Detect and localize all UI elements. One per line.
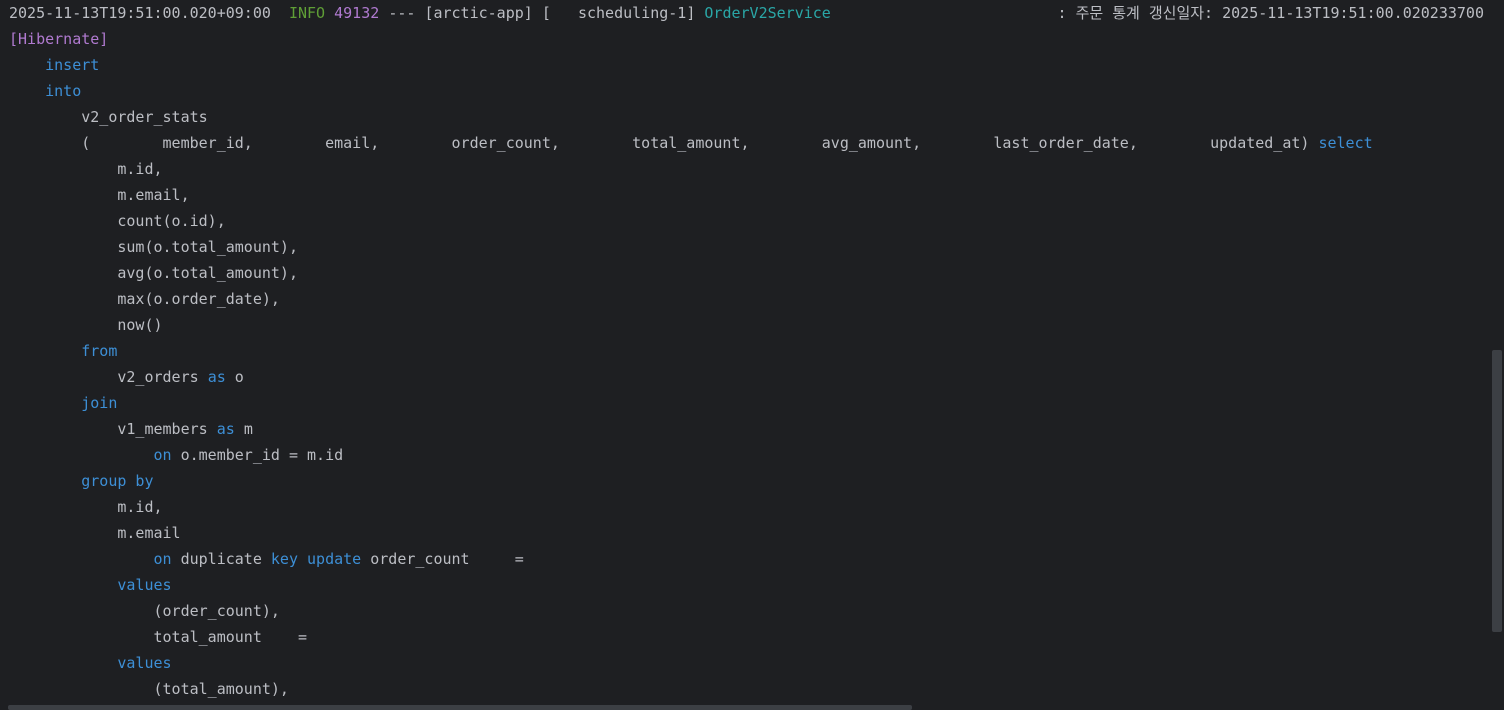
sql-line: values (9, 650, 172, 676)
vertical-scrollbar[interactable] (1492, 350, 1502, 632)
hibernate-tag: [Hibernate] (9, 30, 109, 48)
sql-keyword-as: as (207, 368, 226, 386)
sql-line: m.email, (9, 182, 190, 208)
sql-keyword-group-by: group by (81, 472, 154, 490)
sql-line: now() (9, 312, 163, 338)
log-timestamp: 2025-11-13T19:51:00.020+09:00 (9, 4, 271, 22)
sql-keyword-join: join (81, 394, 118, 412)
hibernate-tag-line: [Hibernate] (9, 26, 108, 52)
sql-alias: m (243, 420, 253, 438)
sql-line: (total_amount), (9, 676, 289, 702)
sql-line: total_amount = (9, 624, 308, 650)
sql-line: (order_count), (9, 598, 280, 624)
sql-assign-order-count: order_count = (370, 550, 524, 568)
sql-select-item: sum(o.total_amount), (117, 238, 298, 256)
sql-line: insert (9, 52, 99, 78)
log-pid: 49132 (334, 4, 380, 22)
sql-select-item: max(o.order_date), (117, 290, 280, 308)
sql-keyword-insert: insert (45, 56, 100, 74)
sql-value-total-amount: (total_amount), (153, 680, 289, 698)
sql-line: on duplicate key update order_count = (9, 546, 524, 572)
log-separator: --- (388, 4, 416, 22)
sql-keyword-on: on (153, 446, 172, 464)
sql-select-item: avg(o.total_amount), (117, 264, 298, 282)
sql-keyword-select: select (1318, 134, 1373, 152)
sql-line: v2_order_stats (9, 104, 208, 130)
sql-line: ( member_id, email, order_count, total_a… (9, 130, 1373, 156)
sql-select-item: count(o.id), (117, 212, 226, 230)
sql-line: on o.member_id = m.id (9, 442, 344, 468)
sql-line: m.id, (9, 156, 163, 182)
sql-join-table: v1_members (117, 420, 208, 438)
sql-line: sum(o.total_amount), (9, 234, 298, 260)
console-output[interactable]: 2025-11-13T19:51:00.020+09:00 INFO 49132… (0, 0, 1490, 706)
log-level: INFO (288, 4, 326, 22)
sql-assign-total-amount: total_amount = (153, 628, 308, 646)
sql-line: from (9, 338, 117, 364)
sql-line: group by (9, 468, 154, 494)
sql-keyword-values: values (117, 576, 172, 594)
sql-group-item: m.id, (117, 498, 163, 516)
sql-alias: o (234, 368, 244, 386)
sql-line: v2_orders as o (9, 364, 244, 390)
sql-keyword-from: from (81, 342, 118, 360)
sql-line: v1_members as m (9, 416, 253, 442)
sql-line: into (9, 78, 81, 104)
sql-line: values (9, 572, 172, 598)
sql-keyword-key: key (270, 550, 298, 568)
sql-group-item: m.email (117, 524, 181, 542)
log-thread: [ scheduling-1] (541, 4, 696, 22)
sql-keyword-update: update (307, 550, 362, 568)
sql-line: count(o.id), (9, 208, 226, 234)
sql-line: m.email (9, 520, 181, 546)
sql-line: join (9, 390, 117, 416)
sql-from-table: v2_orders (117, 368, 199, 386)
horizontal-scrollbar[interactable] (8, 705, 912, 710)
sql-table-name: v2_order_stats (81, 108, 208, 126)
log-message: : 주문 통계 갱신일자: 2025-11-13T19:51:00.020233… (1057, 4, 1484, 22)
sql-line: avg(o.total_amount), (9, 260, 298, 286)
sql-keyword-values: values (117, 654, 172, 672)
sql-keyword-as: as (216, 420, 235, 438)
sql-select-item: now() (117, 316, 163, 334)
sql-value-order-count: (order_count), (153, 602, 280, 620)
sql-select-item: m.email, (117, 186, 190, 204)
log-logger[interactable]: OrderV2Service (704, 4, 830, 22)
sql-line: m.id, (9, 494, 163, 520)
sql-keyword-duplicate: duplicate (180, 550, 262, 568)
sql-select-item: m.id, (117, 160, 163, 178)
log-app: [arctic-app] (424, 4, 533, 22)
sql-keyword-into: into (45, 82, 82, 100)
sql-line: max(o.order_date), (9, 286, 280, 312)
sql-join-condition: o.member_id = m.id (180, 446, 344, 464)
sql-keyword-on: on (153, 550, 172, 568)
sql-columns: ( member_id, email, order_count, total_a… (81, 134, 1310, 152)
log-header-line: 2025-11-13T19:51:00.020+09:00 INFO 49132… (9, 0, 831, 26)
